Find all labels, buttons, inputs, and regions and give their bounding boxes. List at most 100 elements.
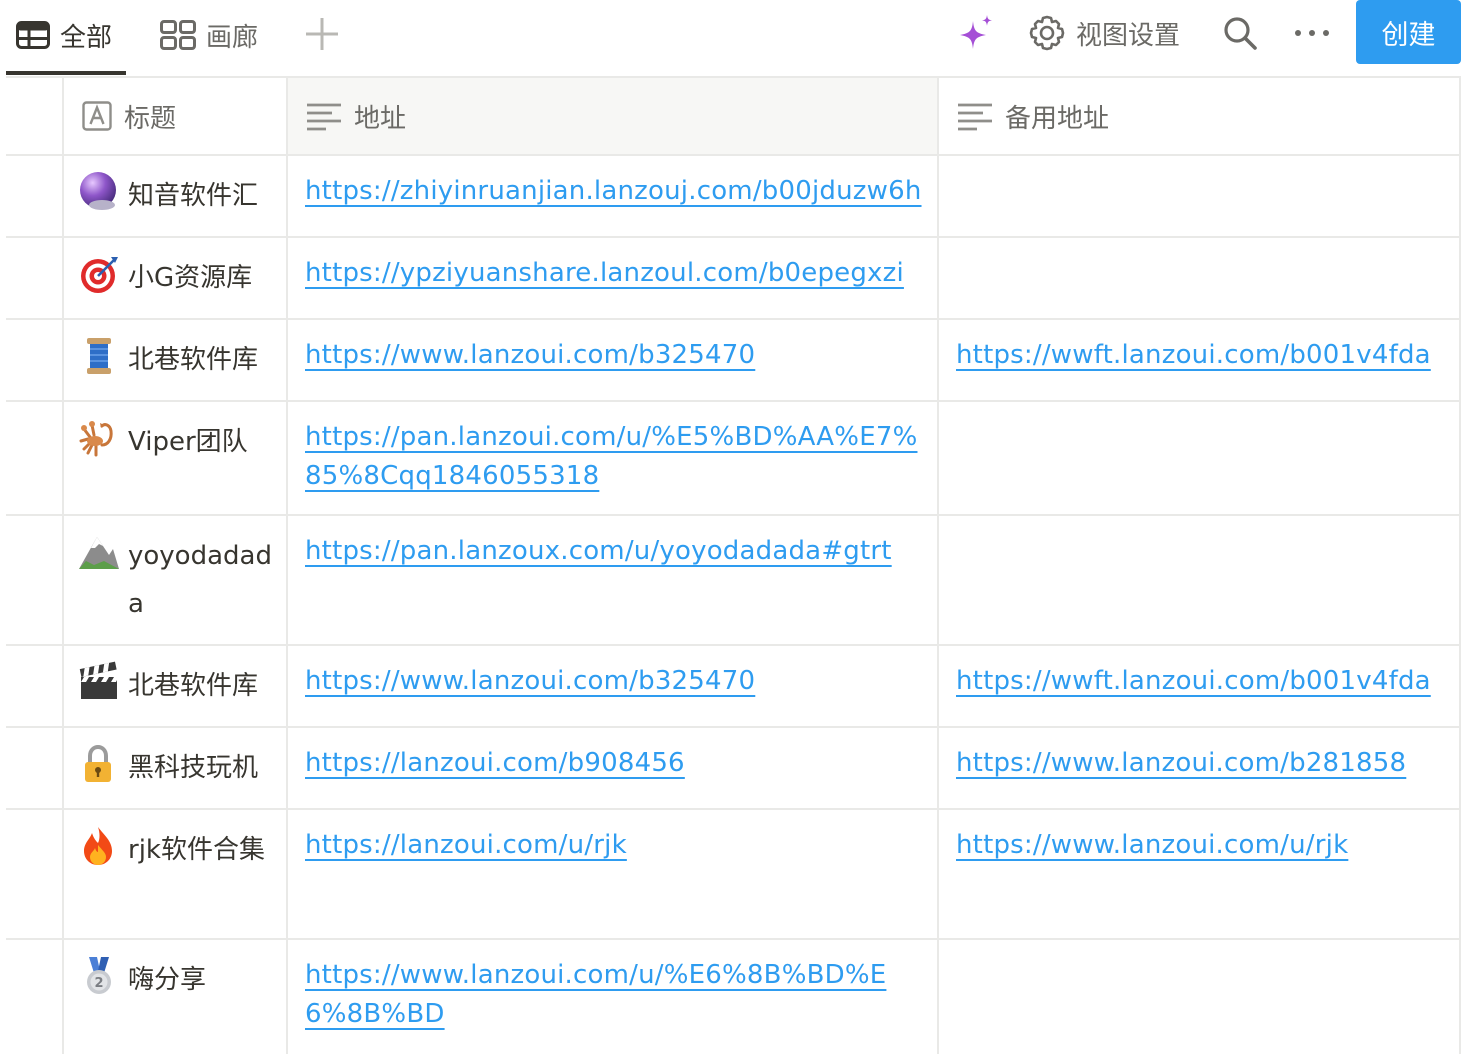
view-settings-button[interactable]: 视图设置 — [1028, 0, 1180, 66]
column-header-title[interactable]: 标题 — [64, 78, 288, 154]
lines-icon — [958, 103, 992, 131]
table-row[interactable]: 北巷软件库 https://www.lanzoui.com/b325470 ht… — [6, 646, 1461, 728]
url-cell[interactable]: https://zhiyinruanjian.lanzouj.com/b00jd… — [288, 156, 939, 236]
table-row[interactable]: rjk软件合集 https://lanzoui.com/u/rjk https:… — [6, 810, 1461, 940]
alt-url-link[interactable]: https://wwft.lanzoui.com/b001v4fda — [956, 666, 1431, 696]
lines-icon — [307, 103, 341, 131]
gear-icon — [1029, 15, 1065, 51]
table-row[interactable]: 知音软件汇 https://zhiyinruanjian.lanzouj.com… — [6, 156, 1461, 238]
thread-spool-icon — [87, 338, 111, 374]
row-handle[interactable] — [6, 156, 64, 236]
lock-icon — [85, 744, 111, 782]
add-view-button[interactable] — [304, 16, 340, 52]
row-handle[interactable] — [6, 238, 64, 318]
alt-url-cell[interactable] — [939, 156, 1461, 236]
mountain-icon — [79, 537, 119, 569]
tab-all[interactable]: 全部 — [16, 0, 112, 70]
column-header-alt-url[interactable]: 备用地址 — [939, 78, 1461, 154]
alt-url-cell[interactable] — [939, 402, 1461, 514]
column-header-url[interactable]: 地址 — [288, 78, 939, 154]
title-cell[interactable]: 北巷软件库 — [64, 646, 288, 726]
row-handle[interactable] — [6, 320, 64, 400]
alt-url-cell[interactable]: https://www.lanzoui.com/u/rjk — [939, 810, 1461, 938]
row-title: 知音软件汇 — [128, 181, 259, 211]
row-title: 黑科技玩机 — [128, 753, 259, 783]
url-link[interactable]: https://www.lanzoui.com/u/%E6%8B%BD%E6%8… — [305, 960, 886, 1029]
alt-url-cell[interactable]: https://wwft.lanzoui.com/b001v4fda — [939, 320, 1461, 400]
table-icon — [16, 21, 50, 49]
database-table: 标题 地址 备用地址 知音软件汇 https://zhiyinruanjian.… — [6, 76, 1461, 1054]
table-row[interactable]: Viper团队 https://pan.lanzoui.com/u/%E5%BD… — [6, 402, 1461, 516]
row-title: 小G资源库 — [128, 263, 253, 293]
scorpion-icon — [79, 421, 113, 457]
url-cell[interactable]: https://lanzoui.com/b908456 — [288, 728, 939, 808]
url-cell[interactable]: https://lanzoui.com/u/rjk — [288, 810, 939, 938]
url-cell[interactable]: https://ypziyuanshare.lanzoul.com/b0epeg… — [288, 238, 939, 318]
table-row[interactable]: yoyodadada https://pan.lanzoux.com/u/yoy… — [6, 516, 1461, 646]
table-row[interactable]: 2 嗨分享 https://www.lanzoui.com/u/%E6%8B%B… — [6, 940, 1461, 1054]
active-tab-indicator — [6, 71, 126, 75]
url-link[interactable]: https://pan.lanzoux.com/u/yoyodadada#gtr… — [305, 536, 892, 566]
create-button-label: 创建 — [1381, 19, 1436, 51]
column-header-label: 备用地址 — [1005, 103, 1110, 134]
target-icon — [81, 257, 118, 293]
url-link[interactable]: https://pan.lanzoui.com/u/%E5%BD%AA%E7%8… — [305, 422, 917, 491]
more-options-button[interactable] — [1294, 0, 1330, 66]
title-cell[interactable]: 2 嗨分享 — [64, 940, 288, 1054]
create-button[interactable]: 创建 — [1356, 0, 1461, 64]
alt-url-cell[interactable]: https://www.lanzoui.com/b281858 — [939, 728, 1461, 808]
plus-icon — [306, 18, 338, 50]
alt-url-cell[interactable] — [939, 516, 1461, 644]
text-type-icon — [82, 101, 112, 131]
gallery-icon — [160, 20, 196, 50]
row-title: rjk软件合集 — [128, 835, 265, 865]
table-row[interactable]: 小G资源库 https://ypziyuanshare.lanzoul.com/… — [6, 238, 1461, 320]
alt-url-link[interactable]: https://www.lanzoui.com/b281858 — [956, 748, 1406, 778]
search-button[interactable] — [1222, 0, 1258, 66]
title-cell[interactable]: 黑科技玩机 — [64, 728, 288, 808]
row-handle-header — [6, 78, 64, 154]
svg-text:2: 2 — [94, 976, 103, 991]
url-link[interactable]: https://lanzoui.com/b908456 — [305, 748, 685, 778]
more-horizontal-icon — [1295, 30, 1329, 36]
title-cell[interactable]: yoyodadada — [64, 516, 288, 644]
row-title: 北巷软件库 — [128, 345, 259, 375]
row-title: 北巷软件库 — [128, 671, 259, 701]
url-cell[interactable]: https://www.lanzoui.com/b325470 — [288, 646, 939, 726]
title-cell[interactable]: Viper团队 — [64, 402, 288, 514]
row-handle[interactable] — [6, 940, 64, 1054]
title-cell[interactable]: 北巷软件库 — [64, 320, 288, 400]
tab-gallery[interactable]: 画廊 — [160, 0, 258, 70]
title-cell[interactable]: 知音软件汇 — [64, 156, 288, 236]
title-cell[interactable]: 小G资源库 — [64, 238, 288, 318]
url-link[interactable]: https://lanzoui.com/u/rjk — [305, 830, 627, 860]
url-cell[interactable]: https://www.lanzoui.com/b325470 — [288, 320, 939, 400]
table-row[interactable]: 北巷软件库 https://www.lanzoui.com/b325470 ht… — [6, 320, 1461, 402]
alt-url-link[interactable]: https://wwft.lanzoui.com/b001v4fda — [956, 340, 1431, 370]
silver-medal-icon: 2 — [87, 957, 111, 994]
row-handle[interactable] — [6, 402, 64, 514]
row-title: Viper团队 — [128, 427, 248, 457]
row-title: 嗨分享 — [128, 965, 207, 995]
clapper-board-icon — [79, 661, 117, 699]
row-handle[interactable] — [6, 728, 64, 808]
table-header-row: 标题 地址 备用地址 — [6, 76, 1461, 156]
url-cell[interactable]: https://pan.lanzoui.com/u/%E5%BD%AA%E7%8… — [288, 402, 939, 514]
row-handle[interactable] — [6, 810, 64, 938]
row-handle[interactable] — [6, 516, 64, 644]
alt-url-cell[interactable] — [939, 238, 1461, 318]
row-handle[interactable] — [6, 646, 64, 726]
sparkle-icon — [960, 15, 992, 49]
url-link[interactable]: https://zhiyinruanjian.lanzouj.com/b00jd… — [305, 176, 922, 206]
alt-url-cell[interactable]: https://wwft.lanzoui.com/b001v4fda — [939, 646, 1461, 726]
title-cell[interactable]: rjk软件合集 — [64, 810, 288, 938]
url-cell[interactable]: https://pan.lanzoux.com/u/yoyodadada#gtr… — [288, 516, 939, 644]
ai-assistant-button[interactable] — [956, 0, 996, 66]
url-link[interactable]: https://ypziyuanshare.lanzoul.com/b0epeg… — [305, 258, 904, 288]
url-cell[interactable]: https://www.lanzoui.com/u/%E6%8B%BD%E6%8… — [288, 940, 939, 1054]
url-link[interactable]: https://www.lanzoui.com/b325470 — [305, 340, 755, 370]
url-link[interactable]: https://www.lanzoui.com/b325470 — [305, 666, 755, 696]
alt-url-link[interactable]: https://www.lanzoui.com/u/rjk — [956, 830, 1348, 860]
table-row[interactable]: 黑科技玩机 https://lanzoui.com/b908456 https:… — [6, 728, 1461, 810]
alt-url-cell[interactable] — [939, 940, 1461, 1054]
